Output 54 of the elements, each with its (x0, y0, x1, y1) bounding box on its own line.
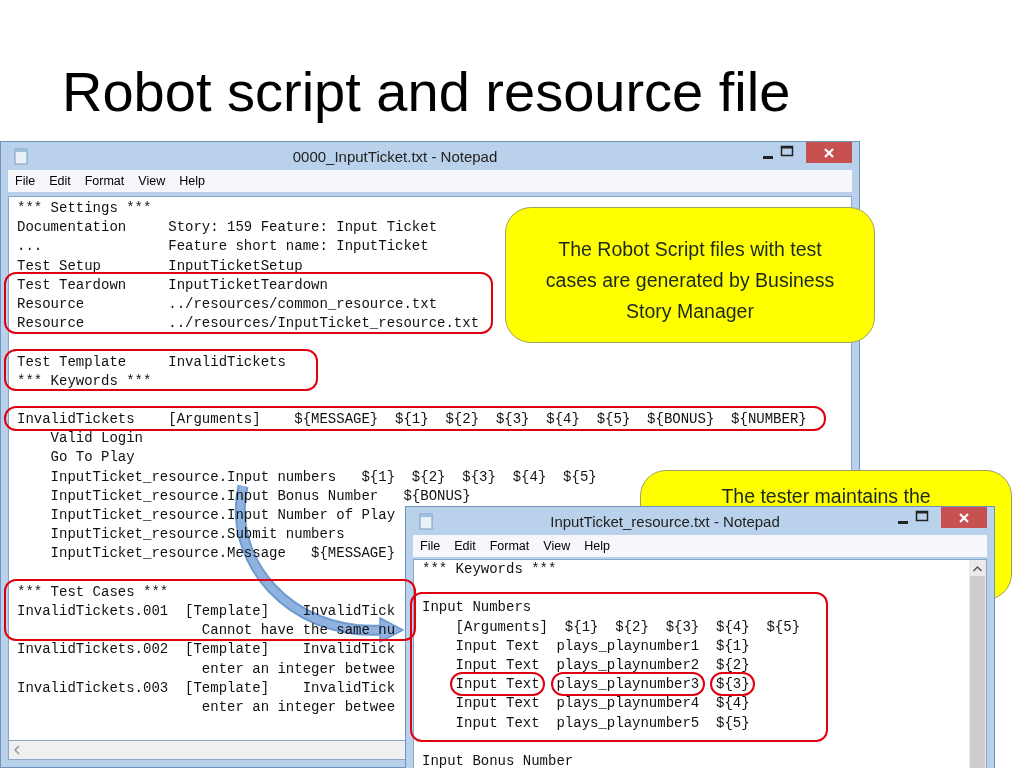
scroll-up-icon[interactable] (972, 564, 983, 574)
close-icon (823, 147, 835, 158)
menu-item[interactable]: Format (484, 539, 535, 553)
close-icon (958, 512, 970, 523)
code-line: Test Template InvalidTickets (17, 352, 286, 372)
scrollbar-thumb[interactable] (970, 576, 985, 768)
code-line: InvalidTickets [Arguments] ${MESSAGE} ${1} ${2} ${3} ${4} ${5} ${BONUS} ${NUMBER} (17, 410, 807, 430)
maximize-icon[interactable] (780, 144, 794, 158)
code-line: [Arguments] ${1} ${2} ${3} ${4} ${5} (454, 617, 801, 637)
menu-item[interactable]: View (538, 539, 576, 553)
code-line: ... Feature short name: InputTicket (17, 237, 429, 257)
menu-item[interactable]: File (10, 174, 41, 188)
code-line: Input Bonus Number (422, 751, 574, 768)
window-title: InputTicket_resource.txt - Notepad (550, 512, 780, 530)
close-button[interactable] (941, 507, 987, 528)
menu-item[interactable]: Edit (44, 174, 76, 188)
code-line: Input Text plays_playnumber1 ${1} (454, 636, 750, 656)
scroll-left-icon[interactable] (13, 745, 21, 755)
code-line: Input Text plays_playnumber5 ${5} (454, 713, 750, 733)
code-line: InvalidTickets.002 [Template] InvalidTick (17, 640, 396, 660)
code-line: Resource ../resources/InputTicket_resource.txt (17, 314, 480, 334)
close-button[interactable] (806, 142, 852, 163)
code-line: *** Keywords *** (17, 371, 152, 391)
code-line: Input Numbers (422, 598, 532, 618)
callout-text: The Robot Script files with test cases are generated by Business Story Manager (544, 237, 836, 324)
menu-item[interactable]: Edit (449, 539, 481, 553)
code-line: InputTicket_resource.Input numbers ${1} ${2} ${3} ${4} ${5} (49, 467, 597, 487)
slide-title: Robot script and resource file (62, 59, 791, 125)
code-line: Input Text plays_playnumber3 ${3} (454, 675, 750, 695)
code-line: Resource ../resources/common_resource.txt (17, 294, 438, 314)
code-line: *** Keywords *** (422, 560, 557, 579)
code-line: Input Text plays_playnumber2 ${2} (454, 655, 750, 675)
code-line: Cannot have the same nu (200, 621, 396, 641)
code-line: Input Text plays_playnumber4 ${4} (454, 694, 750, 714)
code-line: Documentation Story: 159 Feature: Input Ticket (17, 218, 438, 238)
notepad-icon (14, 147, 28, 165)
menu-item[interactable]: Help (579, 539, 615, 553)
window-title: 0000_InputTicket.txt - Notepad (292, 147, 498, 165)
code-line: enter an integer betwee (200, 659, 396, 679)
code-line: InvalidTickets.003 [Template] InvalidTick (17, 678, 396, 698)
code-line: Go To Play (49, 448, 135, 468)
menu-item[interactable]: Help (174, 174, 210, 188)
callout-text: The tester maintains the (720, 484, 932, 509)
code-line: enter an integer betwee (200, 697, 396, 717)
code-line: Test Setup InputTicketSetup (17, 256, 303, 276)
code-line: *** Settings *** (17, 199, 152, 218)
code-line: Test Teardown InputTicketTeardown (17, 275, 328, 295)
menu-item[interactable]: Format (79, 174, 130, 188)
menu-item[interactable]: View (133, 174, 171, 188)
notepad-icon (419, 512, 433, 530)
code-line: Valid Login (49, 429, 144, 449)
maximize-icon[interactable] (915, 509, 929, 523)
menu-item[interactable]: File (415, 539, 446, 553)
code-line: *** Test Cases *** (17, 582, 169, 602)
